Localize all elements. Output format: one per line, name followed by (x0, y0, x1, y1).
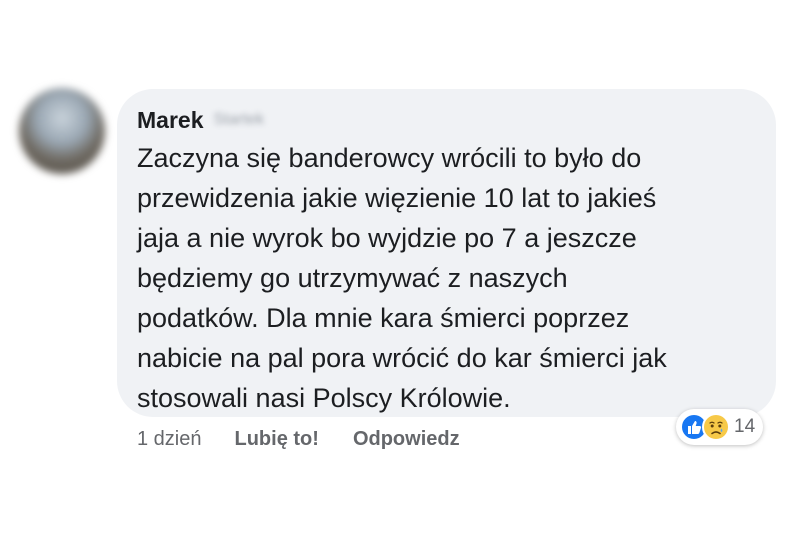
comment-line: podatków. Dla mnie kara śmierci poprzez (137, 303, 630, 333)
comment-line: przewidzenia jakie więzienie 10 lat to j… (137, 183, 657, 213)
comment-line: jaja a nie wyrok bo wyjdzie po 7 a jeszc… (137, 223, 637, 253)
comment-line: Zaczyna się banderowcy wrócili to było d… (137, 143, 642, 173)
sad-icon (702, 413, 730, 441)
like-button[interactable]: Lubię to! (235, 428, 319, 451)
comment-line: będziemy go utrzymywać z naszych (137, 263, 568, 293)
reply-button[interactable]: Odpowiedz (353, 428, 460, 451)
comment-line: nabicie na pal pora wrócić do kar śmierc… (137, 343, 667, 373)
comment-author: Marek Startek (137, 106, 264, 134)
author-last-name-blurred[interactable]: Startek (213, 111, 264, 129)
reaction-count: 14 (734, 416, 756, 437)
reactions-summary[interactable]: 14 (676, 409, 764, 445)
author-first-name[interactable]: Marek (137, 107, 203, 134)
avatar[interactable] (19, 88, 105, 174)
comment-actions: 1 dzień Lubię to! Odpowiedz (137, 424, 460, 454)
comment-text: Zaczyna się banderowcy wrócili to było d… (137, 138, 767, 418)
comment-timestamp[interactable]: 1 dzień (137, 428, 202, 451)
comment-container: Marek Startek Zaczyna się banderowcy wró… (0, 0, 800, 546)
comment-line: stosowali nasi Polscy Królowie. (137, 383, 511, 413)
